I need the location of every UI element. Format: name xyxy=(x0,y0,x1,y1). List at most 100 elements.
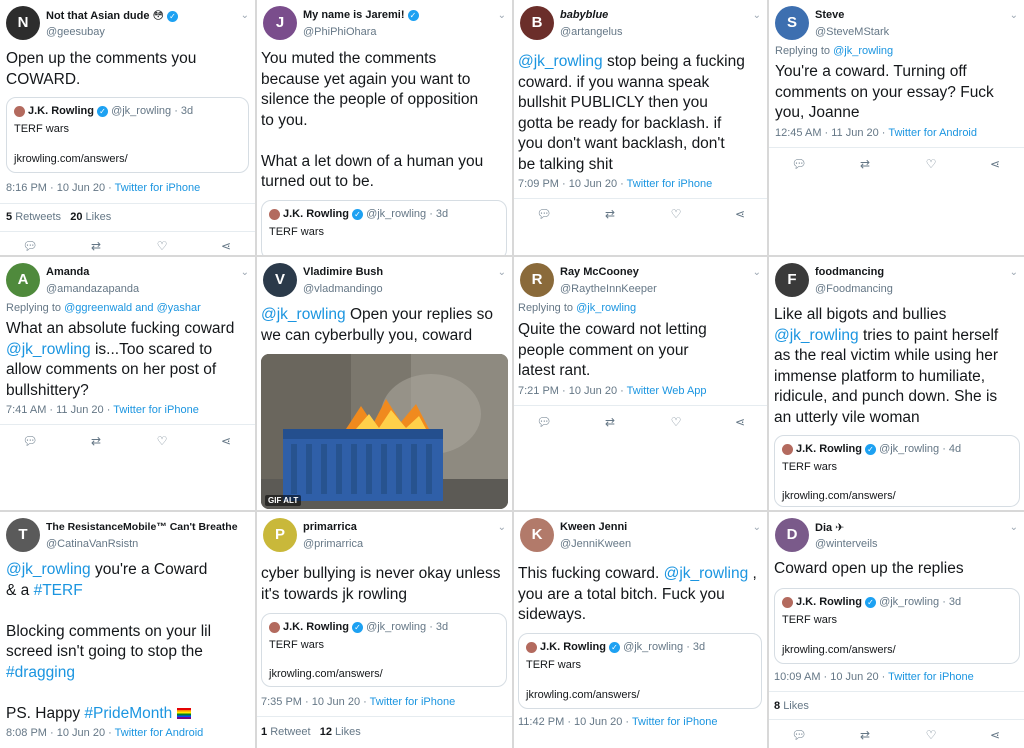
tweet-text: Open up the comments you COWARD. xyxy=(6,50,197,88)
avatar xyxy=(269,621,280,633)
engagement-stats[interactable]: 1 Retweet 12 Likes xyxy=(261,726,361,738)
share-icon[interactable]: ⋖ xyxy=(732,206,748,222)
like-icon[interactable]: ♡ xyxy=(668,206,684,222)
share-icon[interactable]: ⋖ xyxy=(987,156,1003,172)
retweet-icon[interactable]: ⇄ xyxy=(857,727,873,743)
mention-link[interactable]: @ggreenwald and @yashar xyxy=(64,302,201,314)
handle[interactable]: @PhiPhiOhara xyxy=(303,26,377,38)
retweet-icon[interactable]: ⇄ xyxy=(88,238,104,254)
mention-link[interactable]: @jk_rowling xyxy=(6,561,91,578)
display-name[interactable]: Kween Jenni xyxy=(560,521,627,533)
share-icon[interactable]: ⋖ xyxy=(987,727,1003,743)
mention-link[interactable]: @jk_rowling xyxy=(833,45,893,57)
retweet-icon[interactable]: ⇄ xyxy=(602,414,618,430)
avatar[interactable]: R xyxy=(520,263,554,297)
retweet-icon[interactable]: ⇄ xyxy=(602,206,618,222)
display-name[interactable]: Amanda xyxy=(46,266,89,278)
display-name[interactable]: The ResistanceMobile™ Can't Breathe xyxy=(46,521,238,533)
mention-link[interactable]: @jk_rowling xyxy=(6,341,91,358)
hashtag-link[interactable]: #dragging xyxy=(6,664,75,681)
avatar[interactable]: N xyxy=(6,6,40,40)
display-name[interactable]: Vladimire Bush xyxy=(303,266,383,278)
tweet-text: Like all bigots and bullies @jk_rowling … xyxy=(774,306,999,426)
avatar[interactable]: A xyxy=(6,263,40,297)
mention-link[interactable]: @jk_rowling xyxy=(518,53,603,70)
display-name[interactable]: Dia ✈ xyxy=(815,521,844,534)
display-name[interactable]: Not that Asian dude 😳 ✓ xyxy=(46,9,179,22)
avatar[interactable]: F xyxy=(775,263,809,297)
like-icon[interactable]: ♡ xyxy=(154,433,170,449)
chevron-down-icon[interactable]: ⌄ xyxy=(498,10,506,21)
display-name[interactable]: primarrica xyxy=(303,521,357,533)
quoted-tweet[interactable]: J.K. Rowling ✓ @jk_rowling · 3d TERF wars… xyxy=(261,613,507,687)
reply-icon[interactable]: 💬︎ xyxy=(22,238,38,254)
chevron-down-icon[interactable]: ⌄ xyxy=(753,267,761,278)
chevron-down-icon[interactable]: ⌄ xyxy=(241,267,249,278)
share-icon[interactable]: ⋖ xyxy=(218,238,234,254)
mention-link[interactable]: @jk_rowling xyxy=(261,306,346,323)
avatar[interactable]: P xyxy=(263,518,297,552)
display-name[interactable]: babyblue xyxy=(560,9,608,21)
handle[interactable]: @Foodmancing xyxy=(815,283,893,295)
gif-media[interactable]: GIF ALT xyxy=(261,354,508,509)
like-icon[interactable]: ♡ xyxy=(154,238,170,254)
hashtag-link[interactable]: #PrideMonth xyxy=(84,705,172,722)
quoted-tweet[interactable]: J.K. Rowling ✓ @jk_rowling · 3d TERF wars xyxy=(261,200,507,255)
quoted-tweet[interactable]: J.K. Rowling ✓ @jk_rowling · 3d TERF wars… xyxy=(774,588,1020,664)
reply-icon[interactable]: 💬︎ xyxy=(791,727,807,743)
gif-badge[interactable]: GIF ALT xyxy=(265,495,302,506)
chevron-down-icon[interactable]: ⌄ xyxy=(1010,267,1018,278)
quoted-tweet[interactable]: J.K. Rowling ✓ @jk_rowling · 4d TERF wars… xyxy=(774,435,1020,507)
avatar[interactable]: V xyxy=(263,263,297,297)
engagement-stats[interactable]: 8 Likes xyxy=(774,700,809,712)
chevron-down-icon[interactable]: ⌄ xyxy=(498,522,506,533)
handle[interactable]: @primarrica xyxy=(303,538,363,550)
mention-link[interactable]: @jk_rowling xyxy=(664,565,749,582)
tweet-text: Coward open up the replies xyxy=(774,560,964,577)
mention-link[interactable]: @jk_rowling xyxy=(774,327,859,344)
avatar[interactable]: D xyxy=(775,518,809,552)
avatar[interactable]: B xyxy=(520,6,554,40)
handle[interactable]: @geesubay xyxy=(46,26,105,38)
chevron-down-icon[interactable]: ⌄ xyxy=(241,10,249,21)
display-name[interactable]: Steve xyxy=(815,9,844,21)
like-icon[interactable]: ♡ xyxy=(923,156,939,172)
display-name[interactable]: Ray McCooney xyxy=(560,266,639,278)
avatar[interactable]: S xyxy=(775,6,809,40)
reply-icon[interactable]: 💬︎ xyxy=(791,156,807,172)
engagement-stats[interactable]: 5 Retweets 20 Likes xyxy=(6,211,111,223)
handle[interactable]: @SteveMStark xyxy=(815,26,889,38)
retweet-icon[interactable]: ⇄ xyxy=(857,156,873,172)
chevron-down-icon[interactable]: ⌄ xyxy=(498,267,506,278)
display-name[interactable]: foodmancing xyxy=(815,266,884,278)
display-name[interactable]: My name is Jaremi! ✓ xyxy=(303,9,419,21)
handle[interactable]: @artangelus xyxy=(560,26,623,38)
handle[interactable]: @winterveils xyxy=(815,538,878,550)
chevron-down-icon[interactable]: ⌄ xyxy=(753,10,761,21)
replying-to: Replying to @ggreenwald and @yashar xyxy=(6,302,201,314)
handle[interactable]: @RaytheInnKeeper xyxy=(560,283,657,295)
avatar[interactable]: K xyxy=(520,518,554,552)
tweet-header: B babyblue @artangelus ⌄ xyxy=(520,6,761,46)
like-icon[interactable]: ♡ xyxy=(923,727,939,743)
hashtag-link[interactable]: #TERF xyxy=(34,582,83,599)
share-icon[interactable]: ⋖ xyxy=(732,414,748,430)
handle[interactable]: @JenniKween xyxy=(560,538,631,550)
reply-icon[interactable]: 💬︎ xyxy=(536,206,552,222)
chevron-down-icon[interactable]: ⌄ xyxy=(1010,522,1018,533)
reply-icon[interactable]: 💬︎ xyxy=(22,433,38,449)
mention-link[interactable]: @jk_rowling xyxy=(576,302,636,314)
chevron-down-icon[interactable]: ⌄ xyxy=(1010,10,1018,21)
reply-icon[interactable]: 💬︎ xyxy=(536,414,552,430)
handle[interactable]: @amandazapanda xyxy=(46,283,139,295)
chevron-down-icon[interactable]: ⌄ xyxy=(753,522,761,533)
like-icon[interactable]: ♡ xyxy=(668,414,684,430)
avatar[interactable]: J xyxy=(263,6,297,40)
share-icon[interactable]: ⋖ xyxy=(218,433,234,449)
quoted-tweet[interactable]: J.K. Rowling ✓ @jk_rowling · 3d TERF wars… xyxy=(6,97,249,173)
retweet-icon[interactable]: ⇄ xyxy=(88,433,104,449)
quoted-tweet[interactable]: J.K. Rowling ✓ @jk_rowling · 3d TERF wars… xyxy=(518,633,762,709)
avatar[interactable]: T xyxy=(6,518,40,552)
handle[interactable]: @vladmandingo xyxy=(303,283,383,295)
handle[interactable]: @CatinaVanRsistn xyxy=(46,538,138,550)
